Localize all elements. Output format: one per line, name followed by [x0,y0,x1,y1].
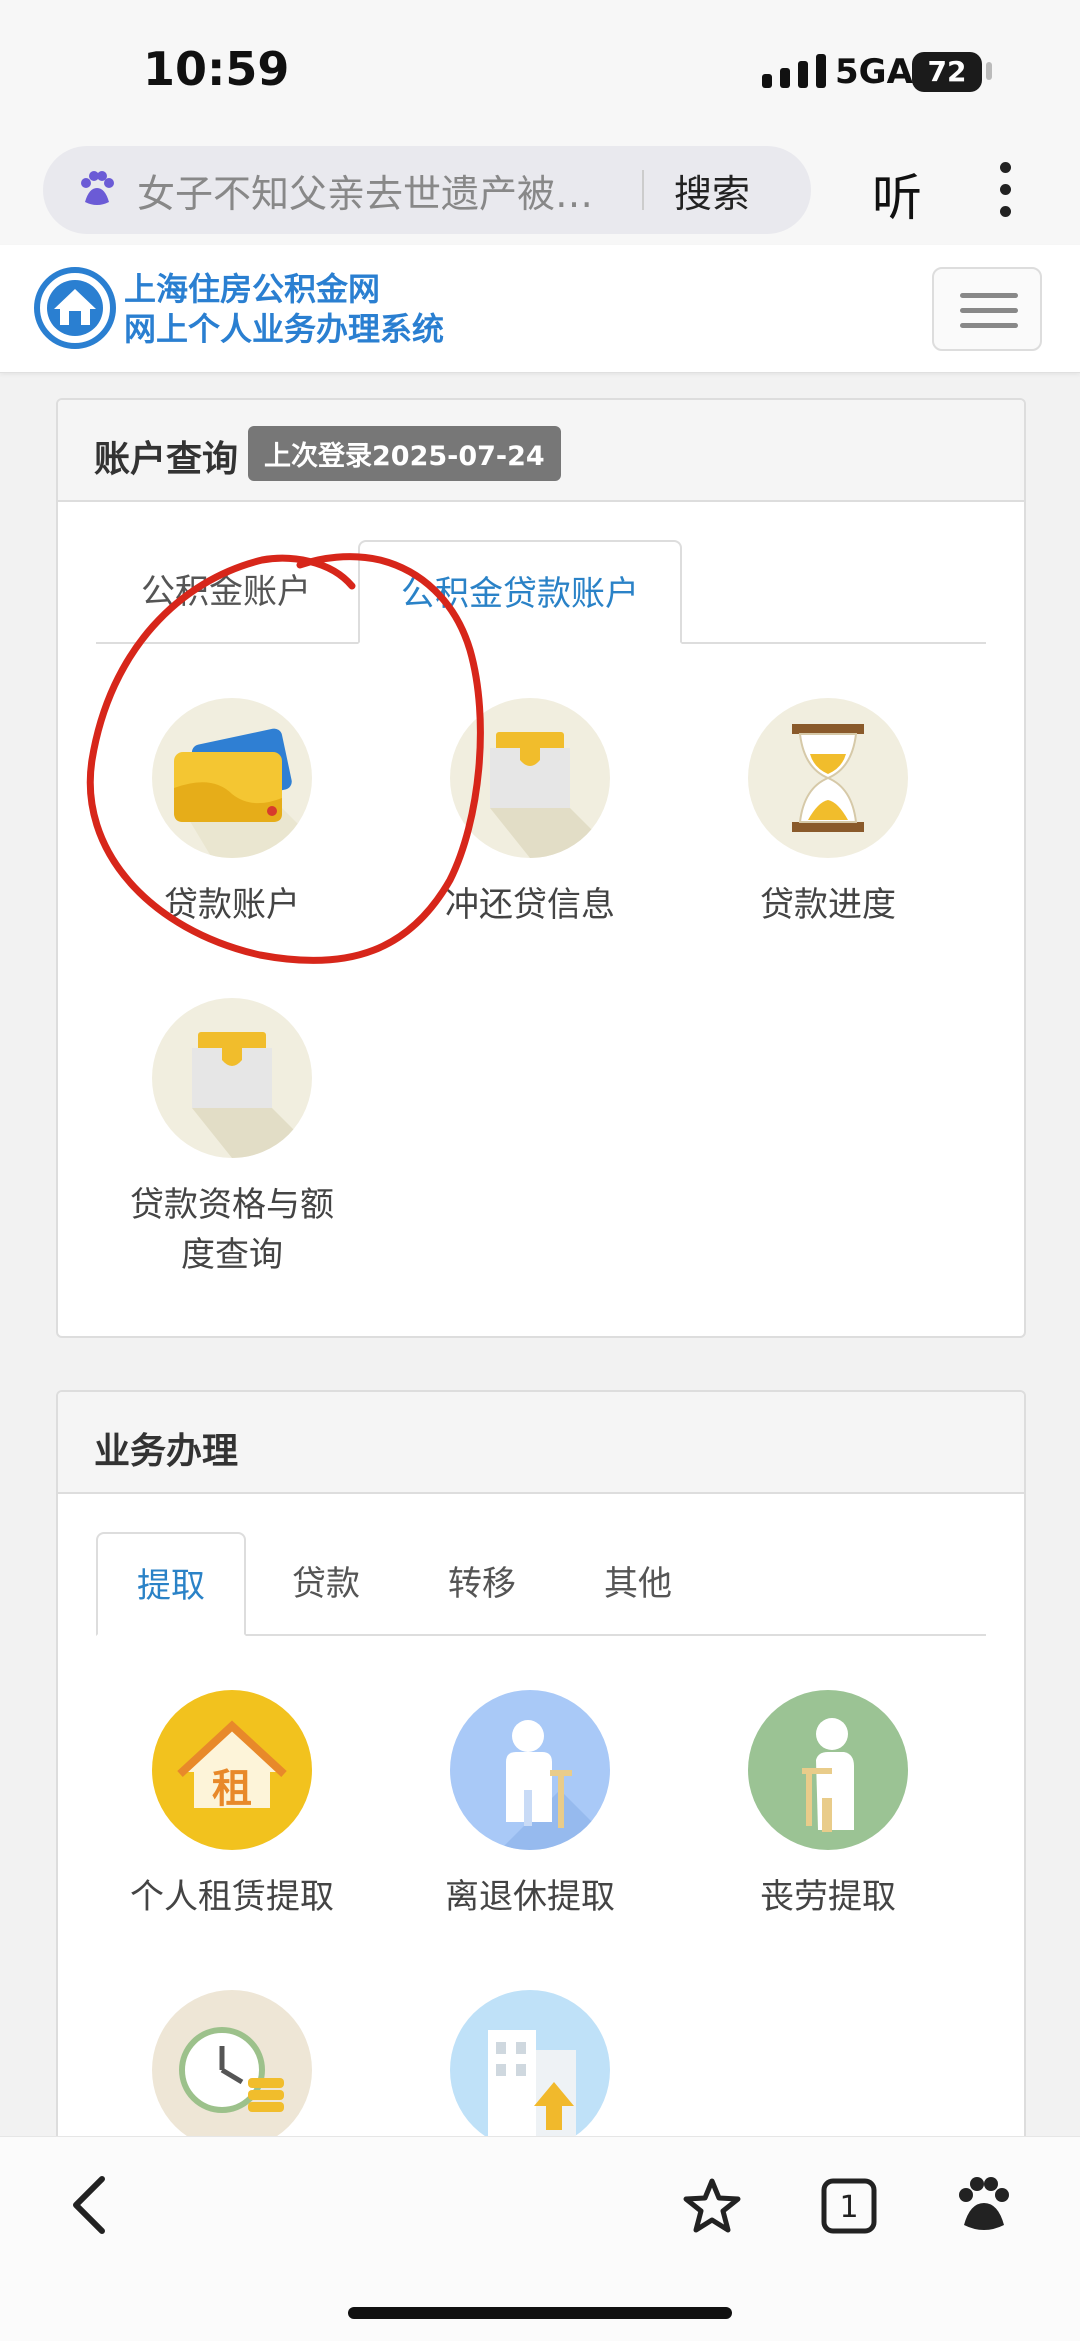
rent-glyph: 租 [212,1766,252,1812]
disability-withdraw-item[interactable]: 丧劳提取 [678,1690,978,1922]
baidu-icon[interactable] [956,2175,1012,2235]
panel-header: 业务办理 [58,1392,1024,1494]
retirement-withdraw-label: 离退休提取 [445,1877,615,1917]
building-upload-icon [450,1990,610,2150]
elderly-icon [748,1690,908,1850]
clock-coins-icon [152,1990,312,2150]
tab-loan[interactable]: 贷款 [248,1532,404,1636]
back-icon[interactable] [64,2173,114,2237]
svg-text:1: 1 [839,2190,858,2225]
rent-withdraw-item[interactable]: 租 个人租赁提取 [82,1690,382,1922]
business-panel: 业务办理 提取 贷款 转移 其他 租 个人租赁提取 离退休提取 丧劳提取 [56,1390,1026,2190]
panel-title: 业务办理 [94,1431,239,1472]
tab-other[interactable]: 其他 [560,1532,716,1636]
retiree-icon [450,1690,610,1850]
relocation-withdraw-item[interactable] [380,1990,680,2150]
tab-transfer[interactable]: 转移 [404,1532,560,1636]
periodic-withdraw-item[interactable] [82,1990,382,2150]
rent-withdraw-label: 个人租赁提取 [130,1877,334,1917]
retirement-withdraw-item[interactable]: 离退休提取 [380,1690,680,1922]
disability-withdraw-label: 丧劳提取 [760,1877,896,1917]
home-indicator [348,2307,732,2319]
star-icon[interactable] [682,2177,742,2235]
tab-withdraw[interactable]: 提取 [96,1532,246,1636]
house-rent-icon: 租 [152,1690,312,1850]
tabs-count-icon[interactable]: 1 [820,2177,878,2235]
business-tabs: 提取 贷款 转移 其他 [96,1532,986,1636]
